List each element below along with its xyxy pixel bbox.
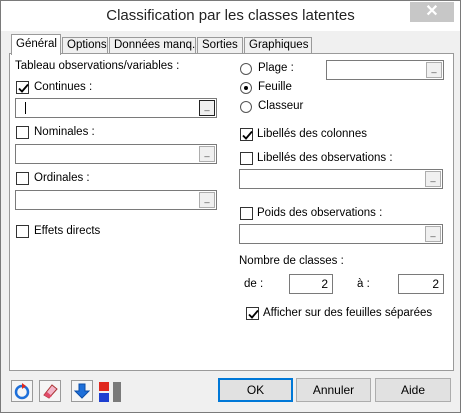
nominales-range-input[interactable]: _	[15, 144, 217, 164]
eraser-icon	[43, 384, 58, 399]
poids-observations-input[interactable]: _	[239, 224, 443, 244]
checkmark-icon	[242, 130, 253, 140]
tab-donnees-manquantes[interactable]: Données manq.	[109, 37, 196, 54]
dialog-window: Classification par les classes latentes …	[0, 0, 461, 413]
download-arrow-icon	[73, 383, 91, 399]
browse-icon: _	[431, 63, 437, 73]
ordinales-checkbox[interactable]	[16, 172, 29, 185]
reset-button[interactable]	[11, 380, 33, 402]
ordinales-range-input[interactable]: _	[15, 190, 217, 210]
effets-directs-label: Effets directs	[34, 225, 101, 237]
plage-browse-button[interactable]: _	[426, 62, 442, 78]
continues-range-input[interactable]: _	[15, 98, 217, 118]
tab-general[interactable]: Général	[11, 34, 61, 55]
ordinales-label: Ordinales :	[34, 172, 90, 184]
plage-range-input[interactable]: _	[326, 60, 444, 80]
text-caret	[25, 102, 26, 114]
effets-directs-checkbox[interactable]	[16, 225, 29, 238]
section-label: Tableau observations/variables :	[15, 60, 180, 72]
feuilles-separees-checkbox[interactable]	[246, 307, 259, 320]
title-bar: Classification par les classes latentes …	[1, 1, 460, 31]
window-title: Classification par les classes latentes	[106, 7, 355, 24]
checkmark-icon	[248, 309, 259, 319]
general-panel: Tableau observations/variables : Continu…	[9, 53, 454, 371]
libelles-observations-input[interactable]: _	[239, 169, 443, 189]
nominales-label: Nominales :	[34, 126, 95, 138]
nombre-classes-label: Nombre de classes :	[239, 255, 344, 267]
nominales-checkbox[interactable]	[16, 126, 29, 139]
radio-classeur[interactable]	[240, 101, 252, 113]
libelles-observations-checkbox[interactable]	[240, 152, 253, 165]
radio-selected-dot	[244, 86, 248, 90]
color-blocks-icon	[99, 382, 121, 402]
radio-plage[interactable]	[240, 63, 252, 75]
color-blocks-button[interactable]	[97, 380, 125, 404]
radio-plage-label: Plage :	[258, 62, 294, 74]
libelles-observations-browse-button[interactable]: _	[425, 171, 441, 187]
checkmark-icon	[18, 83, 29, 93]
browse-icon: _	[204, 147, 210, 157]
nominales-browse-button[interactable]: _	[199, 146, 215, 162]
ok-button[interactable]: OK	[218, 378, 293, 402]
libelles-observations-label: Libellés des observations :	[257, 152, 393, 164]
tab-options[interactable]: Options	[62, 37, 108, 54]
browse-icon: _	[430, 172, 436, 182]
cancel-button[interactable]: Annuler	[296, 378, 371, 402]
libelles-colonnes-checkbox[interactable]	[240, 128, 253, 141]
tab-graphiques[interactable]: Graphiques	[244, 37, 312, 54]
browse-icon: _	[430, 227, 436, 237]
eraser-button[interactable]	[39, 380, 61, 402]
classes-from-input[interactable]: 2	[289, 274, 333, 294]
continues-browse-button[interactable]: _	[199, 100, 215, 116]
classes-to-label: à :	[357, 278, 370, 290]
reset-icon	[14, 383, 30, 400]
download-button[interactable]	[71, 380, 93, 402]
radio-feuille-label: Feuille	[258, 81, 292, 93]
radio-classeur-label: Classeur	[258, 100, 304, 112]
poids-observations-checkbox[interactable]	[240, 207, 253, 220]
continues-label: Continues :	[34, 81, 93, 93]
close-button[interactable]: ✕	[410, 2, 454, 22]
classes-to-input[interactable]: 2	[398, 274, 444, 294]
ordinales-browse-button[interactable]: _	[199, 192, 215, 208]
poids-observations-label: Poids des observations :	[257, 207, 383, 219]
classes-from-label: de :	[244, 278, 264, 290]
browse-icon: _	[204, 101, 210, 111]
feuilles-separees-label: Afficher sur des feuilles séparées	[263, 307, 433, 319]
help-button[interactable]: Aide	[375, 378, 451, 402]
radio-feuille[interactable]	[240, 82, 252, 94]
libelles-colonnes-label: Libellés des colonnes	[257, 128, 367, 140]
tab-sorties[interactable]: Sorties	[197, 37, 243, 54]
continues-checkbox[interactable]	[16, 81, 29, 94]
close-icon: ✕	[425, 3, 439, 20]
browse-icon: _	[204, 193, 210, 203]
poids-observations-browse-button[interactable]: _	[425, 226, 441, 242]
